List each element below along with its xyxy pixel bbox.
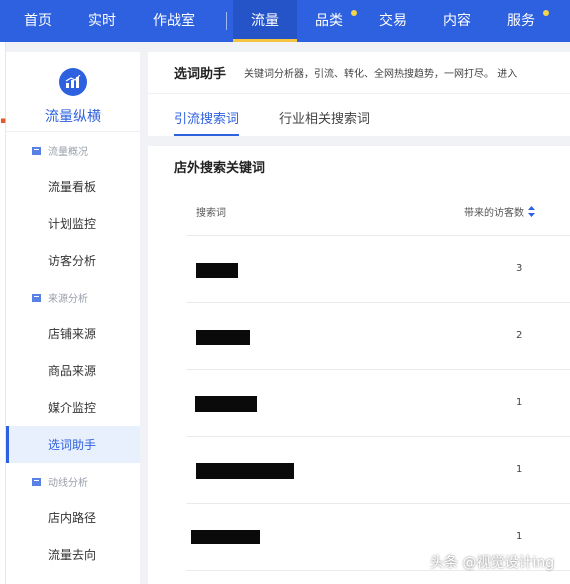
- visitor-count: 1: [516, 464, 523, 475]
- table-header: 搜索词 带来的访客数: [186, 186, 570, 236]
- sidebar-item-label: 店内路径: [48, 511, 97, 525]
- sidebar-group-flow-analysis: 动线分析: [6, 463, 140, 499]
- nav-service[interactable]: 服务: [489, 0, 553, 42]
- nav-home-label: 首页: [24, 13, 52, 29]
- sidebar-item-product-source[interactable]: 商品来源: [6, 352, 140, 389]
- nav-traffic-label: 流量: [251, 13, 279, 29]
- tab-bar: 引流搜索词 行业相关搜索词: [148, 94, 570, 136]
- redacted-search-term: [191, 530, 260, 544]
- sidebar-item-media-monitor[interactable]: 媒介监控: [6, 389, 140, 426]
- tab-traffic-search-terms[interactable]: 引流搜索词: [174, 108, 240, 136]
- column-header-search-term: 搜索词: [196, 208, 226, 219]
- header-card: 选词助手 关键词分析器，引流、转化、全网热搜趋势，一网打尽。 进入 引流搜索词 …: [148, 52, 570, 136]
- sidebar-item-label: 选词助手: [48, 438, 97, 452]
- nav-war-room-label: 作战室: [153, 13, 195, 29]
- sidebar-item-keyword-helper[interactable]: 选词助手: [6, 426, 140, 463]
- nav-category-label: 品类: [315, 13, 343, 29]
- sort-icon[interactable]: [528, 206, 535, 217]
- visitor-count: 3: [516, 263, 523, 274]
- nav-war-room[interactable]: 作战室: [128, 0, 220, 42]
- brand-title: 流量纵横: [45, 109, 101, 125]
- sidebar-item-plan-monitor[interactable]: 计划监控: [6, 205, 140, 242]
- sidebar-item-visitor-analysis[interactable]: 访客分析: [6, 242, 140, 279]
- sidebar-group-traffic-overview: 流量概况: [6, 132, 140, 168]
- nav-trade-label: 交易: [379, 13, 407, 29]
- nav-content-label: 内容: [443, 13, 471, 29]
- nav-content[interactable]: 内容: [425, 0, 489, 42]
- top-navigation: 首页 实时 作战室 流量 品类 交易 内容 服务: [0, 0, 570, 42]
- nav-service-label: 服务: [507, 13, 535, 29]
- sidebar-item-store-path[interactable]: 店内路径: [6, 499, 140, 536]
- sidebar-item-label: 计划监控: [48, 217, 97, 231]
- trend-chart-icon: [59, 68, 87, 96]
- tab-industry-search-terms[interactable]: 行业相关搜索词: [279, 108, 370, 136]
- sidebar-item-label: 访客分析: [48, 254, 97, 268]
- table-row: 1: [186, 370, 570, 437]
- visitor-count: 1: [516, 531, 523, 542]
- nav-realtime[interactable]: 实时: [76, 0, 128, 42]
- nav-traffic[interactable]: 流量: [233, 0, 297, 42]
- sidebar-item-traffic-destination[interactable]: 流量去向: [6, 536, 140, 573]
- notification-dot: [543, 10, 549, 16]
- nav-divider: [226, 12, 227, 30]
- sidebar-item-label: 商品来源: [48, 364, 97, 378]
- sidebar-group-source-analysis: 来源分析: [6, 279, 140, 315]
- sidebar-group-label: 来源分析: [48, 293, 88, 305]
- sidebar-item-label: 店铺来源: [48, 327, 97, 341]
- folder-icon: [32, 146, 41, 155]
- nav-trade[interactable]: 交易: [361, 0, 425, 42]
- sidebar-item-label: 流量看板: [48, 180, 97, 194]
- main-content: 选词助手 关键词分析器，引流、转化、全网热搜趋势，一网打尽。 进入 引流搜索词 …: [148, 52, 570, 584]
- sidebar: 流量纵横 流量概况 流量看板 计划监控 访客分析 来源分析 店铺来源 商品来源 …: [6, 52, 140, 584]
- sidebar-item-traffic-board[interactable]: 流量看板: [6, 168, 140, 205]
- table-row: 3: [186, 236, 570, 303]
- watermark: 头条 @视觉设计ing: [430, 555, 555, 571]
- sidebar-item-label: 媒介监控: [48, 401, 97, 415]
- redacted-search-term: [196, 330, 250, 345]
- visitor-count: 1: [516, 397, 523, 408]
- table-row: 1: [186, 437, 570, 504]
- notification-dot: [351, 10, 357, 16]
- table-row: 2: [186, 303, 570, 370]
- column-header-visitors-label: 带来的访客数: [464, 208, 524, 219]
- sidebar-item-label: 流量去向: [48, 548, 97, 562]
- redacted-search-term: [196, 263, 238, 278]
- page-description: 关键词分析器，引流、转化、全网热搜趋势，一网打尽。 进入: [244, 69, 518, 80]
- nav-home[interactable]: 首页: [0, 0, 76, 42]
- table-title: 店外搜索关键词: [174, 160, 266, 176]
- page-title: 选词助手: [174, 67, 227, 82]
- nav-realtime-label: 实时: [88, 13, 116, 29]
- sidebar-brand: 流量纵横: [6, 52, 140, 132]
- header-row: 选词助手 关键词分析器，引流、转化、全网热搜趋势，一网打尽。 进入: [148, 52, 570, 94]
- keyword-table-card: 店外搜索关键词 搜索词 带来的访客数 3 2 1 1 1: [148, 146, 570, 584]
- sidebar-item-shop-source[interactable]: 店铺来源: [6, 315, 140, 352]
- nav-category[interactable]: 品类: [297, 0, 361, 42]
- redacted-search-term: [196, 463, 294, 479]
- sidebar-group-label: 动线分析: [48, 477, 88, 489]
- column-header-visitors[interactable]: 带来的访客数: [464, 204, 535, 219]
- redacted-search-term: [195, 396, 257, 412]
- visitor-count: 2: [516, 330, 523, 341]
- folder-icon: [32, 477, 41, 486]
- folder-icon: [32, 293, 41, 302]
- sidebar-group-label: 流量概况: [48, 146, 88, 158]
